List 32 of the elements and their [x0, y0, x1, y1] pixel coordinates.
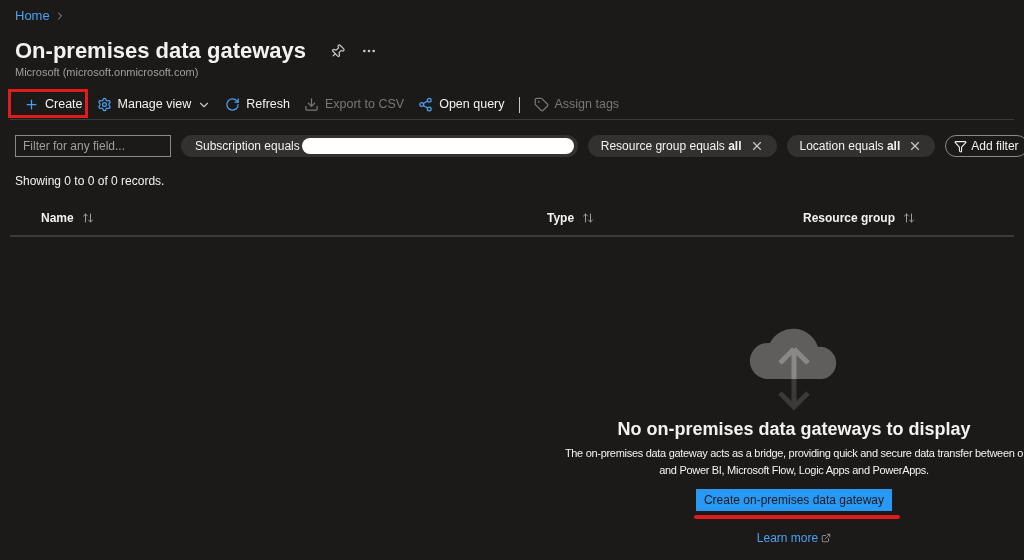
- column-header[interactable]: Type: [547, 209, 803, 227]
- sort-icon: [903, 212, 915, 224]
- column-header[interactable]: Resource group: [803, 209, 1014, 227]
- filter-field[interactable]: Filter for any field...: [15, 135, 171, 157]
- toolbar-button[interactable]: Manage view: [96, 95, 212, 114]
- toolbar-button[interactable]: Refresh: [225, 95, 290, 114]
- tag-icon: [533, 97, 549, 112]
- page-title: On-premises data gateways: [15, 37, 306, 65]
- plus-icon: [24, 97, 39, 112]
- gear-icon: [96, 97, 112, 112]
- sort-icon: [81, 212, 94, 224]
- empty-state-heading: No on-premises data gateways to display: [617, 418, 971, 441]
- column-header[interactable]: Name: [41, 209, 547, 227]
- add-filter-icon: [954, 139, 968, 153]
- download-icon: [303, 97, 319, 112]
- external-link-icon: [821, 533, 832, 543]
- create-gateway-button[interactable]: Create on-premises data gateway: [695, 489, 893, 511]
- toolbar-button[interactable]: Create: [24, 95, 83, 114]
- toolbar-button[interactable]: Open query: [418, 95, 505, 114]
- learn-more-link[interactable]: Learn more: [756, 529, 832, 547]
- breadcrumb-link[interactable]: Home: [15, 6, 50, 26]
- filter-label: Subscription equals: [195, 138, 300, 155]
- empty-state-description: The on-premises data gateway acts as a bridge, providing quick and secure data transfer between o and Power BI, Microsoft Flow, Logic Apps and PowerApps.: [564, 446, 1024, 478]
- records-count: Showing 0 to 0 of 0 records.: [14, 173, 166, 189]
- filter-label: Resource group equals all: [600, 138, 742, 155]
- page-subtitle: Microsoft (microsoft.onmicrosoft.com): [15, 65, 200, 79]
- refresh-icon: [225, 97, 241, 112]
- filter-pill[interactable]: Resource group equals all: [587, 135, 777, 157]
- filter-label: Location equals all: [799, 138, 901, 155]
- sort-icon: [582, 212, 595, 224]
- filter-pill[interactable]: Subscription equals: [181, 135, 578, 157]
- filter-pill[interactable]: Location equals all: [786, 135, 936, 157]
